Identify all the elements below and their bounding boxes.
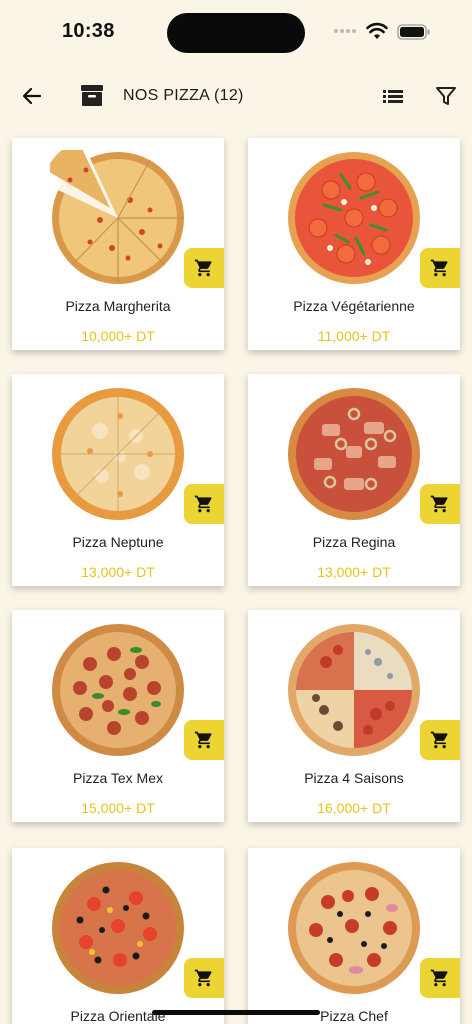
status-time: 10:38: [62, 20, 115, 42]
cart-icon: [194, 495, 212, 513]
pizza-orientale-image: [52, 862, 184, 994]
cart-icon: [430, 731, 448, 749]
add-to-cart-button[interactable]: [420, 248, 460, 288]
list-view-icon[interactable]: [381, 85, 405, 107]
box-icon: [81, 85, 103, 106]
pizza-regina-image: [288, 388, 420, 520]
wifi-icon: [366, 22, 388, 39]
pizza-vegetarienne-image: [288, 152, 420, 284]
pizza-chef-image: [288, 862, 420, 994]
cart-icon: [194, 259, 212, 277]
add-to-cart-button[interactable]: [184, 248, 224, 288]
product-card[interactable]: Pizza Tex Mex 15,000+ DT: [12, 610, 224, 822]
cellular-signal-icon: [334, 29, 356, 33]
add-to-cart-button[interactable]: [420, 484, 460, 524]
product-name: Pizza Végétarienne: [293, 298, 415, 314]
pizza-margherita-image: [50, 150, 184, 284]
product-name: Pizza Margherita: [65, 298, 171, 314]
product-name: Pizza Neptune: [72, 534, 164, 550]
product-name: Pizza 4 Saisons: [304, 770, 404, 786]
product-card[interactable]: Pizza 4 Saisons 16,000+ DT: [248, 610, 460, 822]
add-to-cart-button[interactable]: [420, 958, 460, 998]
battery-icon: [397, 24, 430, 40]
product-card[interactable]: Pizza Regina 13,000+ DT: [248, 374, 460, 586]
product-card[interactable]: Pizza Margherita 10,000+ DT: [12, 138, 224, 350]
cart-icon: [430, 495, 448, 513]
product-card[interactable]: Pizza Orientale: [12, 848, 224, 1024]
cart-icon: [430, 969, 448, 987]
pizza-neptune-image: [52, 388, 184, 520]
product-price: 15,000+ DT: [81, 800, 155, 816]
product-price: 13,000+ DT: [81, 564, 155, 580]
status-bar: 10:38: [0, 0, 472, 64]
product-price: 16,000+ DT: [317, 800, 391, 816]
product-card[interactable]: Pizza Végétarienne 11,000+ DT: [248, 138, 460, 350]
add-to-cart-button[interactable]: [184, 958, 224, 998]
product-name: Pizza Tex Mex: [73, 770, 163, 786]
pizza-tex-mex-image: [52, 624, 184, 756]
cart-icon: [430, 259, 448, 277]
product-card[interactable]: Pizza Chef: [248, 848, 460, 1024]
add-to-cart-button[interactable]: [184, 720, 224, 760]
product-name: Pizza Regina: [312, 534, 396, 550]
product-card[interactable]: Pizza Neptune 13,000+ DT: [12, 374, 224, 586]
pizza-4-saisons-image: [288, 624, 420, 756]
app-header: NOS PIZZA (12): [0, 72, 472, 122]
back-arrow-icon[interactable]: [20, 84, 44, 108]
home-indicator[interactable]: [152, 1010, 320, 1015]
filter-icon[interactable]: [434, 84, 458, 108]
product-price: 11,000+ DT: [317, 328, 391, 344]
dynamic-island: [167, 13, 305, 53]
cart-icon: [194, 731, 212, 749]
product-price: 10,000+ DT: [81, 328, 155, 344]
page-title: NOS PIZZA (12): [123, 87, 244, 104]
add-to-cart-button[interactable]: [420, 720, 460, 760]
product-price: 13,000+ DT: [317, 564, 391, 580]
cart-icon: [194, 969, 212, 987]
add-to-cart-button[interactable]: [184, 484, 224, 524]
